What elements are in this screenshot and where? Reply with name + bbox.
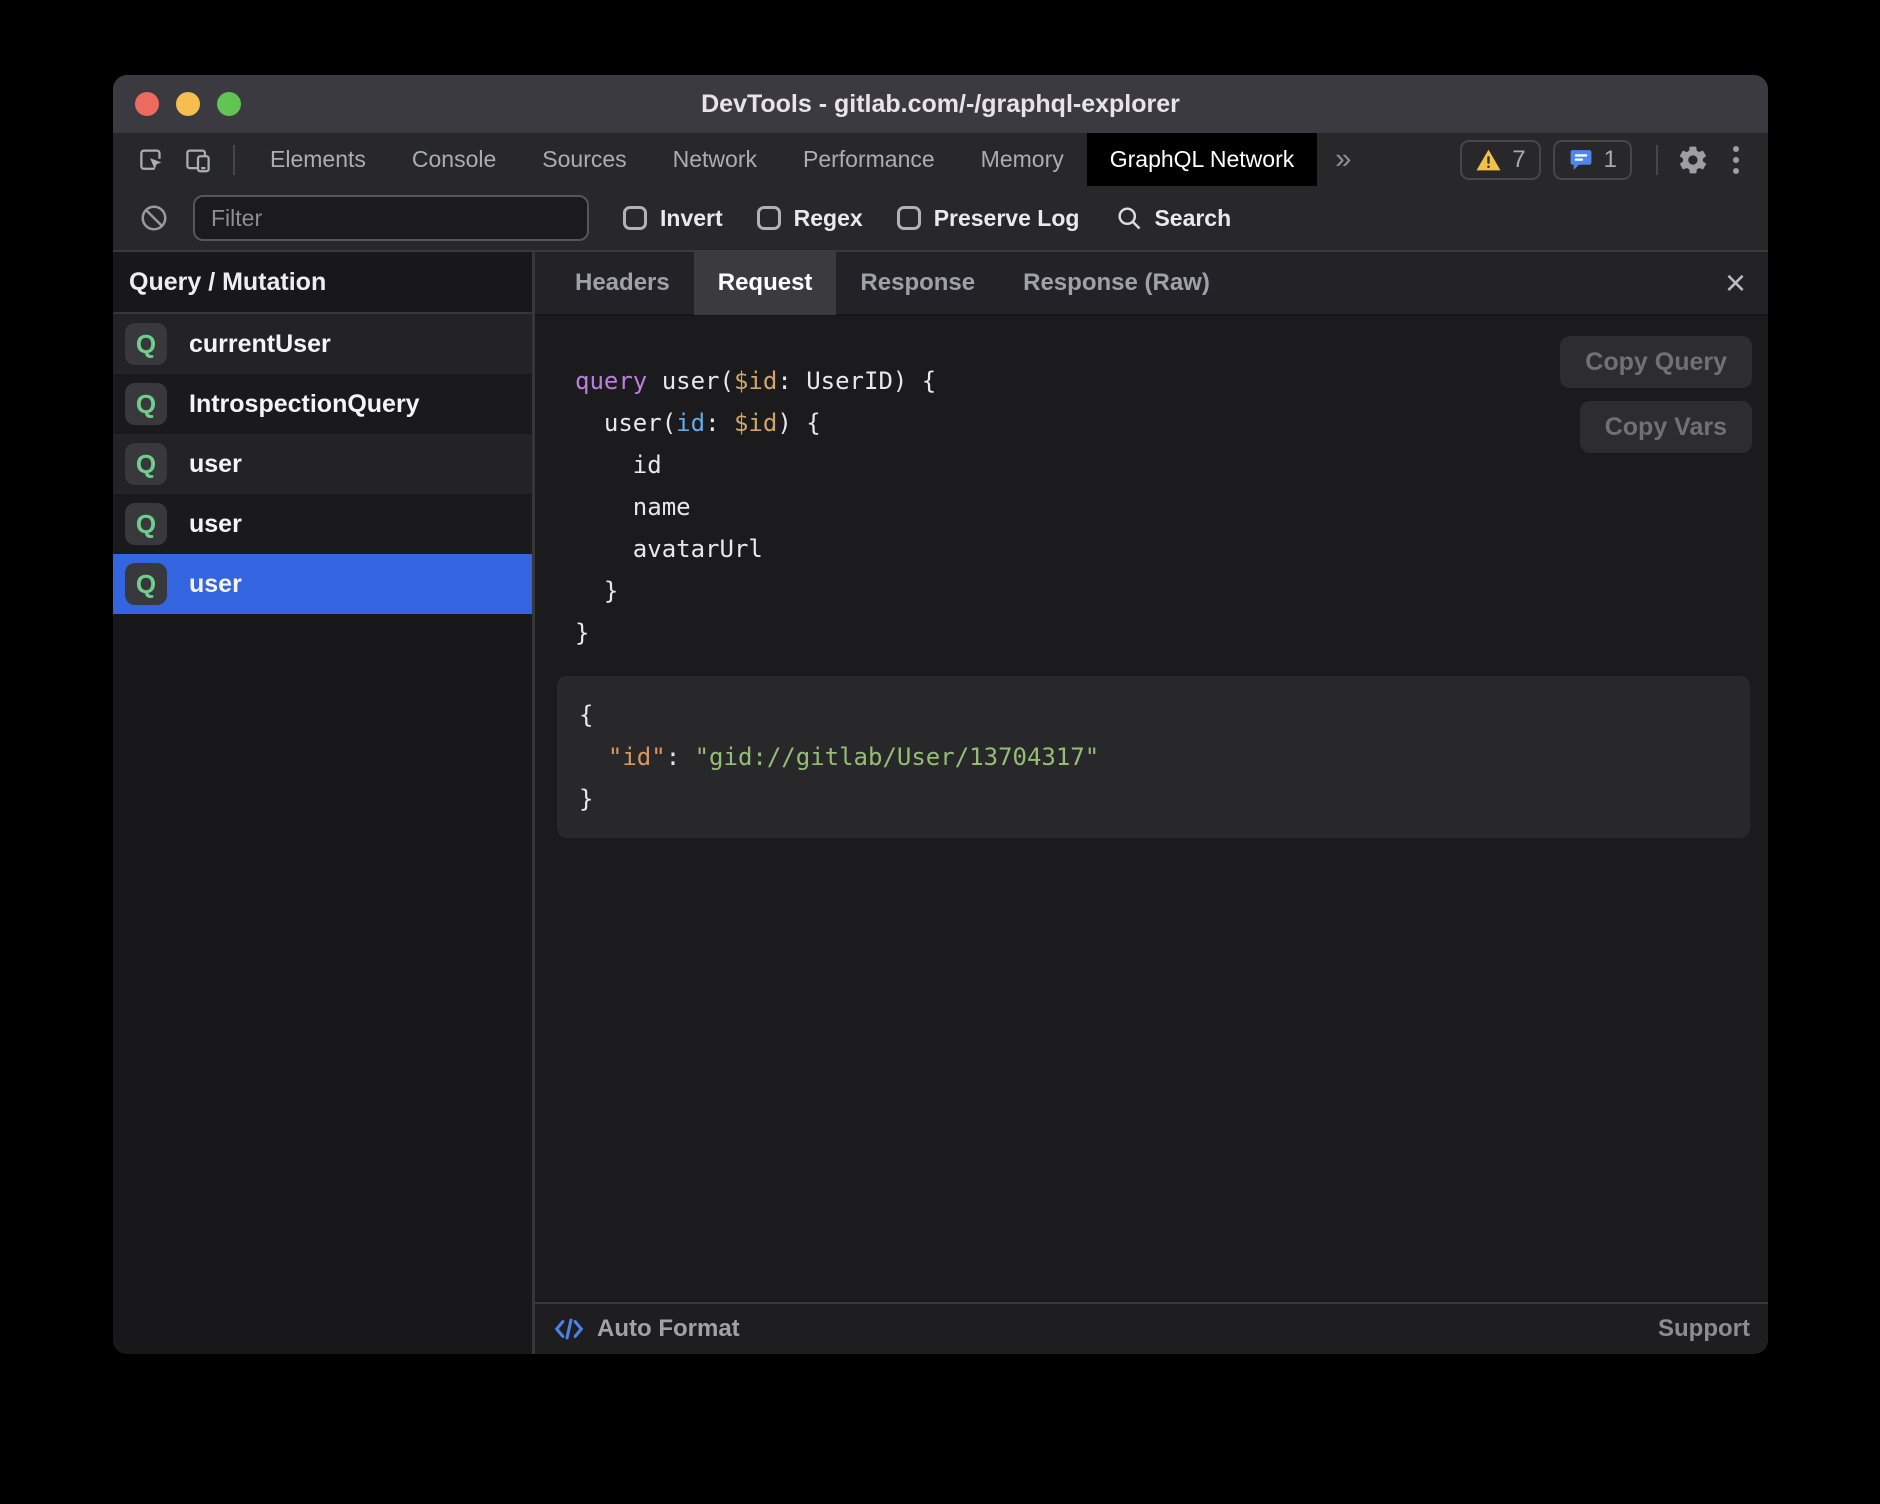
filter-bar: Invert Regex Preserve Log Search bbox=[113, 186, 1768, 252]
minimize-window-button[interactable] bbox=[176, 92, 200, 116]
devtools-toolbar: Elements Console Sources Network Perform… bbox=[113, 133, 1768, 186]
variables-code: { "id": "gid://gitlab/User/13704317"} bbox=[579, 694, 1730, 820]
toolbar-tab[interactable]: Console bbox=[389, 133, 519, 186]
checkbox-label: Invert bbox=[660, 205, 723, 232]
query-list-item[interactable]: Q user bbox=[113, 554, 532, 614]
filter-checkbox[interactable]: Preserve Log bbox=[897, 205, 1080, 232]
toolbar-tab[interactable]: Elements bbox=[247, 133, 389, 186]
device-toolbar-icon[interactable] bbox=[175, 137, 221, 183]
query-list-item-label: user bbox=[189, 510, 242, 539]
checkbox-box[interactable] bbox=[757, 206, 781, 230]
query-type-badge: Q bbox=[125, 503, 167, 545]
query-list-item[interactable]: Q currentUser bbox=[113, 314, 532, 374]
warning-triangle-icon bbox=[1475, 148, 1502, 172]
close-window-button[interactable] bbox=[135, 92, 159, 116]
zoom-window-button[interactable] bbox=[217, 92, 241, 116]
query-list-item[interactable]: Q IntrospectionQuery bbox=[113, 374, 532, 434]
checkbox-label: Preserve Log bbox=[934, 205, 1080, 232]
query-list-item-label: user bbox=[189, 450, 242, 479]
code-brackets-icon bbox=[553, 1316, 585, 1342]
detail-tab[interactable]: Headers bbox=[551, 251, 694, 315]
auto-format-button[interactable]: Auto Format bbox=[553, 1315, 740, 1343]
search-label: Search bbox=[1154, 205, 1231, 232]
warnings-badge[interactable]: 7 bbox=[1460, 140, 1540, 180]
toolbar-divider bbox=[1656, 145, 1658, 175]
checkbox-box[interactable] bbox=[623, 206, 647, 230]
toolbar-tab[interactable]: Memory bbox=[958, 133, 1087, 186]
copy-vars-button[interactable]: Copy Vars bbox=[1580, 401, 1752, 453]
query-type-badge: Q bbox=[125, 563, 167, 605]
variables-box: { "id": "gid://gitlab/User/13704317"} bbox=[557, 676, 1750, 838]
query-list-item[interactable]: Q user bbox=[113, 494, 532, 554]
inspect-element-icon[interactable] bbox=[129, 137, 175, 183]
title-bar: DevTools - gitlab.com/-/graphql-explorer bbox=[113, 75, 1768, 133]
toolbar-tab[interactable]: Performance bbox=[780, 133, 958, 186]
detail-tab[interactable]: Response (Raw) bbox=[999, 251, 1234, 315]
more-tabs-icon[interactable]: » bbox=[1317, 143, 1369, 176]
copy-query-button[interactable]: Copy Query bbox=[1560, 336, 1752, 388]
message-bubble-icon bbox=[1568, 147, 1594, 172]
toolbar-tab[interactable]: Sources bbox=[519, 133, 649, 186]
issues-badge[interactable]: 1 bbox=[1553, 140, 1632, 180]
query-list-item-label: IntrospectionQuery bbox=[189, 390, 420, 419]
close-icon[interactable]: × bbox=[1725, 265, 1746, 301]
query-sidebar: Query / Mutation Q currentUser Q Introsp… bbox=[113, 252, 535, 1354]
issues-count: 1 bbox=[1604, 146, 1617, 174]
checkbox-label: Regex bbox=[794, 205, 863, 232]
warnings-count: 7 bbox=[1512, 146, 1525, 174]
query-list-item[interactable]: Q user bbox=[113, 434, 532, 494]
detail-tab[interactable]: Request bbox=[694, 251, 837, 315]
devtools-window: DevTools - gitlab.com/-/graphql-explorer… bbox=[113, 75, 1768, 1354]
main-content: Query / Mutation Q currentUser Q Introsp… bbox=[113, 252, 1768, 1354]
toolbar-tab[interactable]: GraphQL Network bbox=[1087, 133, 1318, 186]
detail-panel: Headers Request Response Response (Raw) … bbox=[535, 252, 1768, 1354]
request-body: query user($id: UserID) { user(id: $id) … bbox=[535, 316, 1768, 1302]
traffic-lights bbox=[135, 92, 241, 116]
detail-tab[interactable]: Response bbox=[836, 251, 999, 315]
more-options-icon[interactable] bbox=[1716, 146, 1756, 174]
query-list-item-label: user bbox=[189, 570, 242, 599]
filter-input[interactable] bbox=[193, 195, 589, 241]
window-title: DevTools - gitlab.com/-/graphql-explorer bbox=[113, 90, 1768, 119]
query-type-badge: Q bbox=[125, 443, 167, 485]
toolbar-tab[interactable]: Network bbox=[650, 133, 780, 186]
query-type-badge: Q bbox=[125, 383, 167, 425]
checkbox-box[interactable] bbox=[897, 206, 921, 230]
settings-gear-icon[interactable] bbox=[1670, 137, 1716, 183]
search-icon bbox=[1115, 204, 1143, 232]
block-requests-icon[interactable] bbox=[131, 195, 177, 241]
filter-checkbox[interactable]: Regex bbox=[757, 205, 863, 232]
toolbar-divider bbox=[233, 145, 235, 175]
auto-format-label: Auto Format bbox=[597, 1315, 740, 1343]
copy-buttons: Copy Query Copy Vars bbox=[1560, 336, 1752, 453]
query-list: Q currentUser Q IntrospectionQuery Q use… bbox=[113, 314, 532, 1354]
detail-tab-bar: Headers Request Response Response (Raw) … bbox=[535, 252, 1768, 316]
filter-checkbox[interactable]: Invert bbox=[623, 205, 723, 232]
query-list-item-label: currentUser bbox=[189, 330, 331, 359]
sidebar-header: Query / Mutation bbox=[113, 252, 532, 314]
detail-footer: Auto Format Support bbox=[535, 1302, 1768, 1354]
query-type-badge: Q bbox=[125, 323, 167, 365]
support-link[interactable]: Support bbox=[1658, 1315, 1750, 1343]
search-control[interactable]: Search bbox=[1115, 204, 1231, 232]
